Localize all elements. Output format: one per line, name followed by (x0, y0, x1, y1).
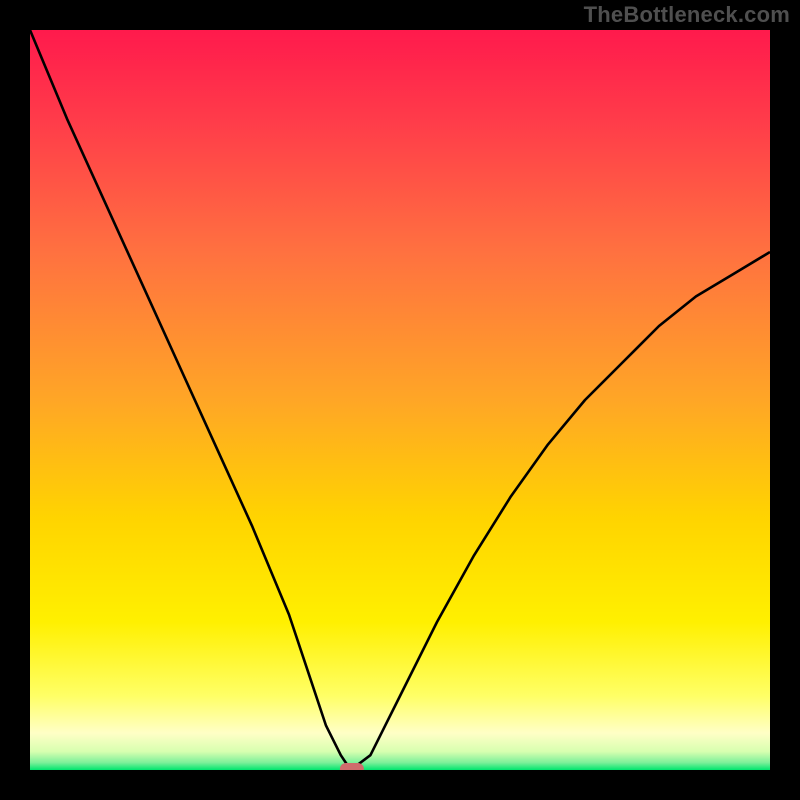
chart-frame: TheBottleneck.com (0, 0, 800, 800)
watermark-text: TheBottleneck.com (584, 2, 790, 28)
plot-area (30, 30, 770, 770)
gradient-background (30, 30, 770, 770)
optimum-marker (340, 763, 364, 770)
bottleneck-chart (30, 30, 770, 770)
